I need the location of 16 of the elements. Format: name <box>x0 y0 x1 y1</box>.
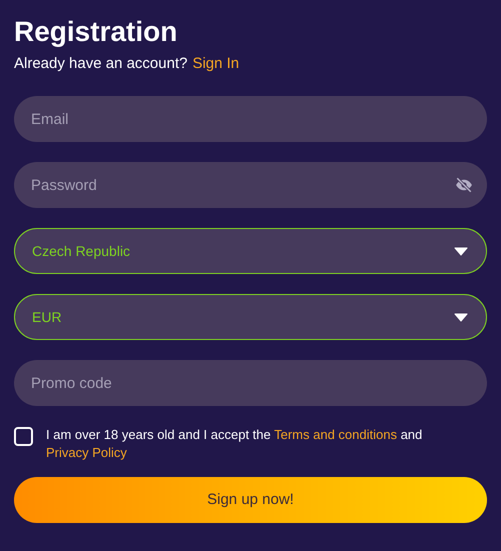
select-field[interactable]: EUR <box>14 294 487 340</box>
page-title: Registration <box>14 15 178 49</box>
eye-slash-icon[interactable] <box>455 176 473 194</box>
password-field[interactable]: Password <box>14 162 487 208</box>
subtitle-text: Already have an account? <box>14 54 188 74</box>
select-field[interactable]: Czech Republic <box>14 228 487 274</box>
caret-icon <box>454 312 468 322</box>
input-field[interactable]: Promo code <box>14 360 487 406</box>
terms-link[interactable]: Terms and conditions <box>274 427 397 442</box>
privacy-policy-link[interactable]: Privacy Policy <box>46 445 127 460</box>
caret-icon <box>454 246 468 256</box>
sign-in-link[interactable]: Sign In <box>192 54 240 74</box>
consent-text: I am over 18 years old and I accept the Terms and conditions and Privacy Policy <box>46 426 424 462</box>
sign-up-button[interactable]: Sign up now! <box>14 477 487 523</box>
input-field[interactable]: Email <box>14 96 487 142</box>
checkbox[interactable] <box>14 427 33 446</box>
